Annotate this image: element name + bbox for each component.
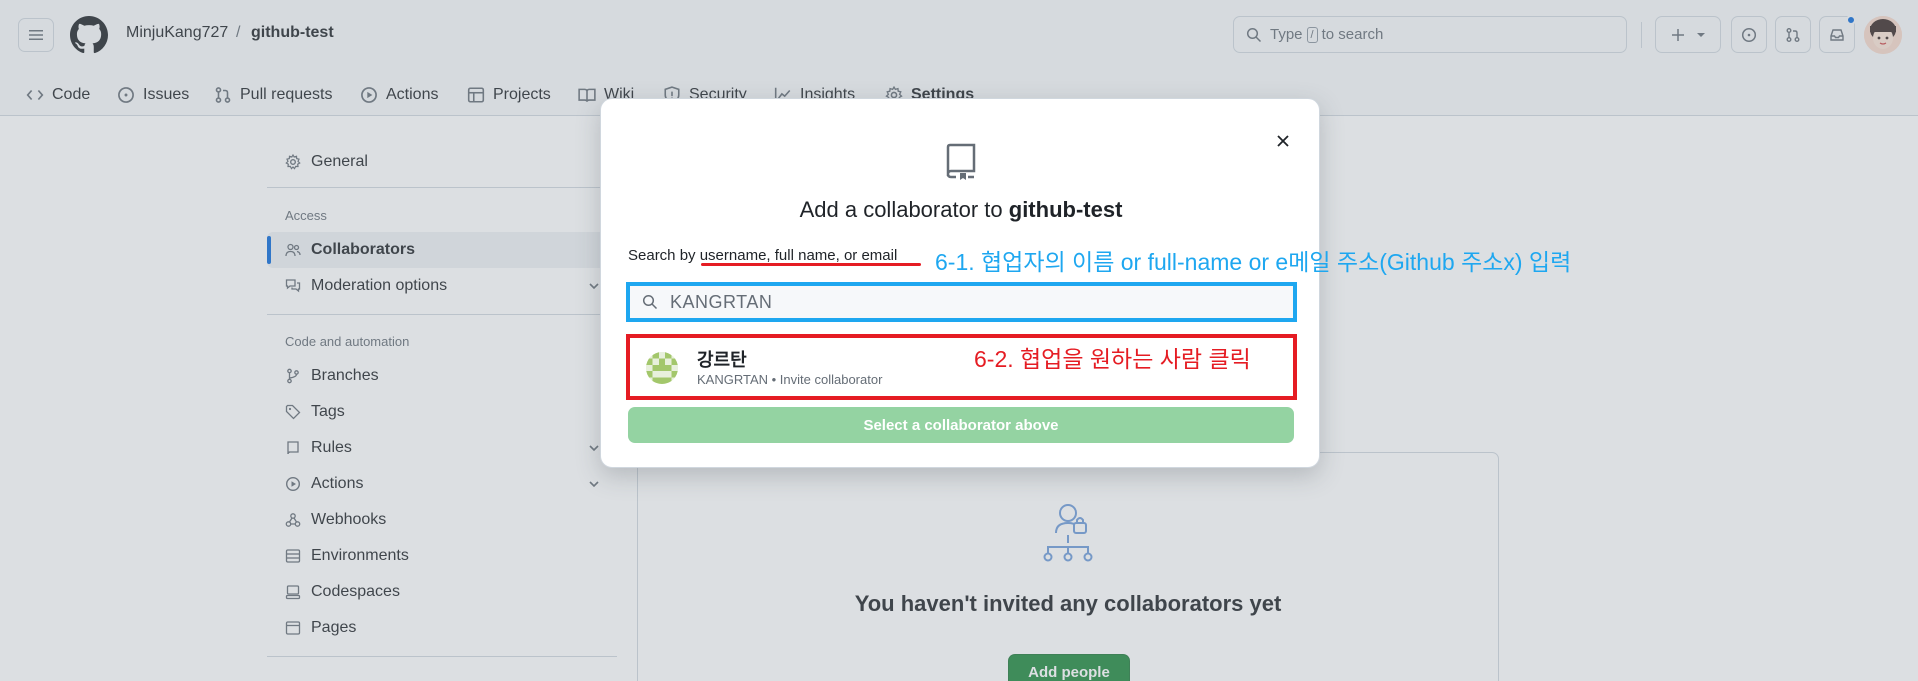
dialog-title-prefix: Add a collaborator to [799,197,1003,222]
add-collaborator-dialog: Add a collaborator to github-test Search… [600,98,1320,468]
annotation-step-2: 6-2. 협업을 원하는 사람 클릭 [974,346,1251,372]
collaborator-search-value: KANGRTAN [670,291,773,312]
close-dialog-button[interactable] [1271,129,1295,153]
collaborator-search-input[interactable]: KANGRTAN [626,282,1297,322]
search-label-criteria: username, full name, or email [699,247,898,264]
search-icon [642,294,658,310]
result-username: KANGRTAN • Invite collaborator [697,372,883,387]
select-collaborator-button[interactable]: Select a collaborator above [628,407,1294,443]
search-by-label: Search by username, full name, or email [628,247,897,264]
avatar [646,352,678,384]
annotation-step-1: 6-1. 협업자의 이름 or full-name or e메일 주소(Gith… [935,249,1572,275]
search-label-prefix: Search by [628,247,696,264]
result-display-name: 강르탄 [697,350,747,370]
identicon-icon [646,352,678,384]
close-icon [1277,135,1289,147]
annotation-underline [701,263,921,266]
dialog-title-repo: github-test [1008,197,1123,222]
dialog-title: Add a collaborator to github-test [601,197,1321,223]
repo-icon [946,143,976,180]
